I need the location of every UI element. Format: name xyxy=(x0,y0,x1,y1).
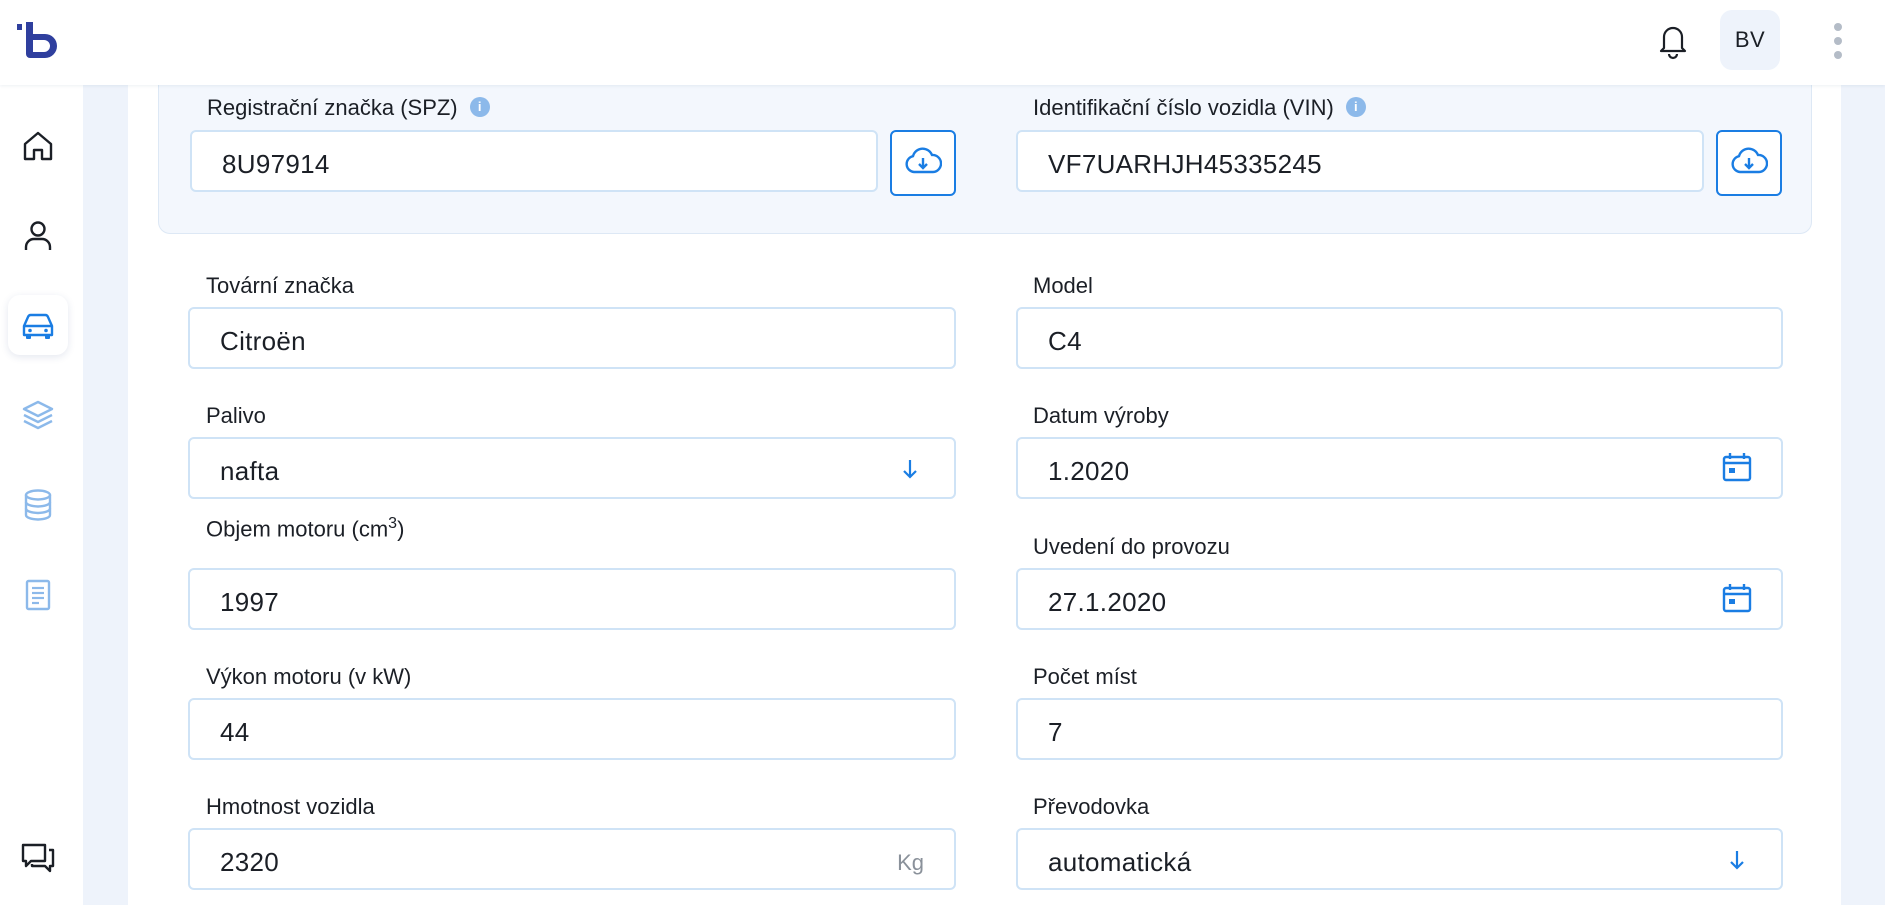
production-date-value[interactable]: 1.2020 xyxy=(1048,456,1129,487)
brand-field[interactable]: Citroën xyxy=(188,307,956,369)
calendar-icon[interactable] xyxy=(1721,451,1753,483)
vin-label-text: Identifikační číslo vozidla (VIN) xyxy=(1033,95,1334,120)
fuel-value: nafta xyxy=(220,456,280,486)
vin-value[interactable]: VF7UARHJH45335245 xyxy=(1048,149,1322,180)
engine-power-field[interactable]: 44 xyxy=(188,698,956,760)
transmission-label: Převodovka xyxy=(1033,794,1150,819)
engine-volume-label-prefix: Objem motoru (cm xyxy=(206,516,389,542)
arrow-down-icon[interactable] xyxy=(894,453,926,485)
engine-volume-field[interactable]: 1997 xyxy=(188,568,956,630)
layers-icon xyxy=(22,400,54,430)
arrow-down-icon[interactable] xyxy=(1721,844,1753,876)
sidebar-item-layers[interactable] xyxy=(8,385,68,445)
production-date-label: Datum výroby xyxy=(1033,403,1169,428)
sidebar xyxy=(0,85,83,905)
seats-value[interactable]: 7 xyxy=(1048,717,1063,748)
sidebar-item-vehicle[interactable] xyxy=(8,295,68,355)
sidebar-item-documents[interactable] xyxy=(8,565,68,625)
database-icon xyxy=(24,489,52,521)
chat-icon xyxy=(21,843,55,873)
production-date-field[interactable]: 1.2020 xyxy=(1016,437,1783,499)
kebab-menu-icon[interactable] xyxy=(1826,20,1850,62)
weight-value[interactable]: 2320 xyxy=(220,847,279,878)
spz-label: Registrační značka (SPZ) i xyxy=(207,95,490,121)
weight-label: Hmotnost vozidla xyxy=(206,794,375,819)
vin-field[interactable]: VF7UARHJH45335245 xyxy=(1016,130,1704,192)
top-bar: BV xyxy=(0,0,1885,85)
home-icon xyxy=(23,131,53,161)
calendar-icon[interactable] xyxy=(1721,582,1753,614)
transmission-select[interactable]: automatická xyxy=(1016,828,1783,890)
vehicle-form: Registrační značka (SPZ) i 8U97914 Identi… xyxy=(128,85,1841,905)
model-field[interactable]: C4 xyxy=(1016,307,1783,369)
registration-date-label: Uvedení do provozu xyxy=(1033,534,1230,559)
avatar[interactable]: BV xyxy=(1720,10,1780,70)
fuel-label: Palivo xyxy=(206,403,266,428)
model-value[interactable]: C4 xyxy=(1048,326,1082,357)
bell-icon[interactable] xyxy=(1655,20,1691,60)
model-label: Model xyxy=(1033,273,1093,298)
engine-volume-label: Objem motoru (cm3) xyxy=(206,515,404,542)
spz-value[interactable]: 8U97914 xyxy=(222,149,330,180)
vin-download-button[interactable] xyxy=(1716,130,1782,196)
cloud-download-icon xyxy=(1731,147,1768,174)
engine-power-value[interactable]: 44 xyxy=(220,717,250,748)
engine-volume-value[interactable]: 1997 xyxy=(220,587,279,618)
app-logo[interactable] xyxy=(17,18,59,62)
vin-label: Identifikační číslo vozidla (VIN) i xyxy=(1033,95,1366,121)
user-icon xyxy=(24,221,52,250)
engine-power-label: Výkon motoru (v kW) xyxy=(206,664,412,689)
sidebar-item-chat[interactable] xyxy=(8,828,68,888)
spz-field[interactable]: 8U97914 xyxy=(190,130,878,192)
weight-unit: Kg xyxy=(897,850,924,875)
sidebar-item-user[interactable] xyxy=(8,206,68,266)
seats-label: Počet míst xyxy=(1033,664,1137,689)
car-icon xyxy=(22,313,54,339)
transmission-value: automatická xyxy=(1048,847,1192,877)
brand-label: Tovární značka xyxy=(206,273,354,298)
info-icon[interactable]: i xyxy=(1345,97,1366,118)
weight-field[interactable]: 2320 Kg xyxy=(188,828,956,890)
seats-field[interactable]: 7 xyxy=(1016,698,1783,760)
info-icon[interactable]: i xyxy=(469,97,490,118)
fuel-select[interactable]: nafta xyxy=(188,437,956,499)
sidebar-item-database[interactable] xyxy=(8,475,68,535)
registration-date-field[interactable]: 27.1.2020 xyxy=(1016,568,1783,630)
spz-label-text: Registrační značka (SPZ) xyxy=(207,95,458,120)
brand-value[interactable]: Citroën xyxy=(220,326,306,357)
sidebar-item-home[interactable] xyxy=(8,116,68,176)
cloud-download-icon xyxy=(905,147,942,174)
engine-volume-label-sup: 3 xyxy=(388,515,398,532)
spz-download-button[interactable] xyxy=(890,130,956,196)
registration-date-value[interactable]: 27.1.2020 xyxy=(1048,587,1166,618)
document-icon xyxy=(25,579,51,611)
engine-volume-label-suffix: ) xyxy=(397,516,405,542)
